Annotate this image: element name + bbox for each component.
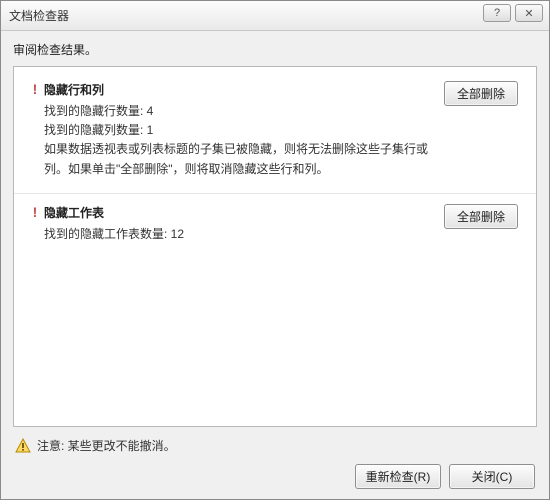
document-inspector-dialog: 文档检查器 ? ✕ 审阅检查结果。 ! 隐藏行和列 找到的隐藏行数量: 4 找到…: [0, 0, 550, 500]
result-item-hidden-sheets: ! 隐藏工作表 找到的隐藏工作表数量: 12 全部删除: [14, 194, 536, 258]
result-detail-line: 找到的隐藏列数量: 1: [44, 121, 436, 140]
dialog-body: 审阅检查结果。 ! 隐藏行和列 找到的隐藏行数量: 4 找到的隐藏列数量: 1 …: [1, 31, 549, 499]
result-action: 全部删除: [444, 204, 524, 229]
result-content: 隐藏行和列 找到的隐藏行数量: 4 找到的隐藏列数量: 1 如果数据透视表或列表…: [44, 81, 444, 179]
footer-buttons: 重新检查(R) 关闭(C): [13, 460, 537, 491]
titlebar: 文档检查器 ? ✕: [1, 1, 549, 31]
close-window-button[interactable]: ✕: [515, 4, 543, 22]
warning-icon: [15, 438, 31, 454]
result-content: 隐藏工作表 找到的隐藏工作表数量: 12: [44, 204, 444, 244]
result-detail-line: 找到的隐藏行数量: 4: [44, 102, 436, 121]
reinspect-button[interactable]: 重新检查(R): [355, 464, 441, 489]
help-button[interactable]: ?: [483, 4, 511, 22]
alert-icon: !: [26, 204, 44, 219]
remove-all-button[interactable]: 全部删除: [444, 204, 518, 229]
result-item-hidden-rows-cols: ! 隐藏行和列 找到的隐藏行数量: 4 找到的隐藏列数量: 1 如果数据透视表或…: [14, 71, 536, 194]
result-action: 全部删除: [444, 81, 524, 106]
titlebar-buttons: ? ✕: [483, 4, 543, 22]
footer-note: 注意: 某些更改不能撤消。: [13, 427, 537, 460]
result-title: 隐藏行和列: [44, 81, 436, 98]
alert-icon: !: [26, 81, 44, 96]
result-detail-line: 找到的隐藏工作表数量: 12: [44, 225, 436, 244]
result-detail-line: 如果数据透视表或列表标题的子集已被隐藏，则将无法删除这些子集行或列。如果单击"全…: [44, 140, 436, 178]
results-heading: 审阅检查结果。: [13, 41, 537, 58]
remove-all-button[interactable]: 全部删除: [444, 81, 518, 106]
footer-note-text: 注意: 某些更改不能撤消。: [37, 437, 176, 454]
window-title: 文档检查器: [9, 7, 69, 24]
close-button[interactable]: 关闭(C): [449, 464, 535, 489]
close-icon: ✕: [524, 7, 533, 20]
help-icon: ?: [494, 7, 500, 19]
result-title: 隐藏工作表: [44, 204, 436, 221]
results-panel: ! 隐藏行和列 找到的隐藏行数量: 4 找到的隐藏列数量: 1 如果数据透视表或…: [13, 66, 537, 427]
